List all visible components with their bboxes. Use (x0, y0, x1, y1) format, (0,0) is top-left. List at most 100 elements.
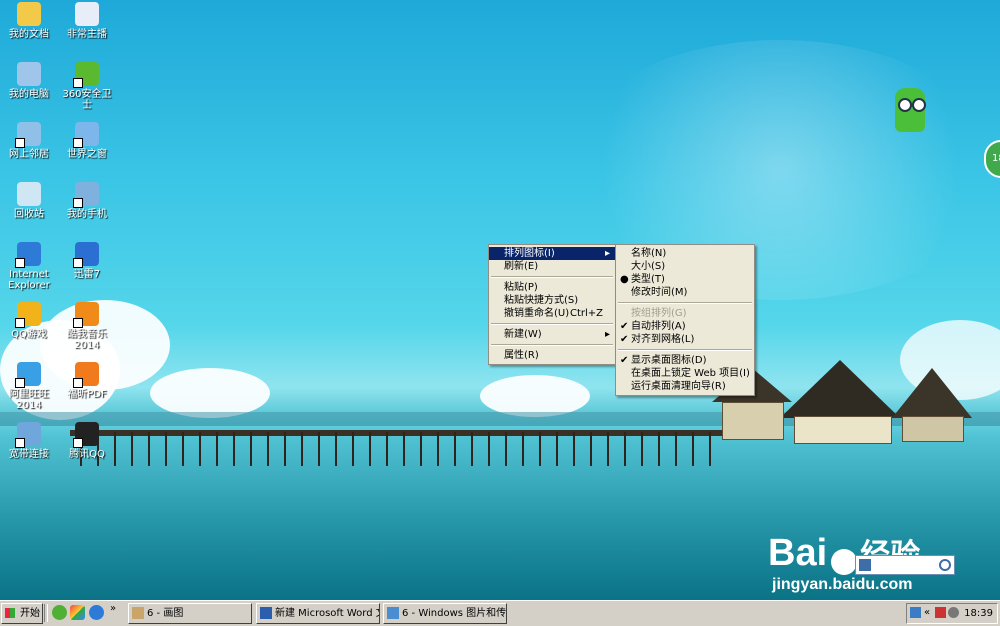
ie-icon (15, 242, 41, 268)
menu-item[interactable]: ✔ 显示桌面图标(D) (616, 354, 754, 367)
desktop-icon[interactable]: 福昕PDF (58, 362, 116, 400)
show-desktop-icon[interactable] (70, 605, 85, 620)
thunder-icon (73, 242, 99, 268)
desktop-icon[interactable]: 非常主播 (58, 2, 116, 40)
shortcut-arrow-icon (73, 258, 83, 268)
menu-item[interactable]: 在桌面上锁定 Web 项目(I) (616, 367, 754, 380)
shortcut-arrow-icon (73, 138, 83, 148)
taskbar-task-button[interactable]: 新建 Microsoft Word 文... (256, 603, 380, 624)
desktop-icon[interactable]: 腾讯QQ (58, 422, 116, 460)
menu-item[interactable]: 粘贴(P) (489, 281, 615, 294)
menu-item[interactable]: 名称(N) (616, 247, 754, 260)
desktop-icon-label: 我的手机 (67, 209, 107, 220)
shortcut-arrow-icon (73, 318, 83, 328)
menu-shortcut: Ctrl+Z (569, 308, 603, 319)
menu-item-label: 新建(W) (504, 329, 542, 340)
desktop-icon-label: 我的电脑 (9, 89, 49, 100)
broadband-icon (15, 422, 41, 448)
desktop-icon-label: 腾讯QQ (69, 449, 105, 460)
desktop-icon-label: QQ游戏 (11, 329, 47, 340)
quicklaunch-more-chevron-icon[interactable]: » (110, 603, 116, 614)
pier-post (522, 432, 524, 466)
browser-globe-icon (73, 122, 99, 148)
shortcut-arrow-icon (73, 198, 83, 208)
ime-icon[interactable] (859, 559, 871, 571)
pier-post (233, 432, 235, 466)
word-document-icon (75, 2, 99, 26)
menu-separator (618, 349, 752, 351)
menu-item: 按组排列(G) (616, 307, 754, 320)
pier-post (148, 432, 150, 466)
menu-item[interactable]: 粘贴快捷方式(S) (489, 294, 615, 307)
pier-post (692, 432, 694, 466)
settings-icon[interactable] (939, 559, 951, 571)
taskbar-task-button[interactable]: 6 - 画图 (128, 603, 252, 624)
submenu-arrow-icon: ▸ (604, 329, 610, 340)
pier-post (624, 432, 626, 466)
menu-item-label: 对齐到网格(L) (631, 334, 695, 345)
pier-post (454, 432, 456, 466)
recycle-bin-icon (17, 182, 41, 206)
menu-separator (491, 276, 613, 278)
desktop-icon-label: 世界之窗 (67, 149, 107, 160)
desktop-icon[interactable]: 网上邻居 (0, 122, 58, 160)
shortcut-arrow-icon (73, 438, 83, 448)
menu-item-label: 粘贴快捷方式(S) (504, 295, 579, 306)
shortcut-arrow-icon (15, 318, 25, 328)
pier-post (386, 432, 388, 466)
taskbar-task-button[interactable]: 6 - Windows 图片和传... (383, 603, 507, 624)
desktop-icon[interactable]: 阿里旺旺 2014 (0, 362, 58, 411)
pier-post (352, 432, 354, 466)
desktop-icon[interactable]: 我的手机 (58, 182, 116, 220)
desktop-icon[interactable]: QQ游戏 (0, 302, 58, 340)
desktop-icon[interactable]: 360安全卫士 (58, 62, 116, 111)
shortcut-arrow-icon (15, 378, 25, 388)
tray-expand-icon[interactable]: « (924, 607, 935, 618)
pier-post (437, 432, 439, 466)
desktop-icon[interactable]: Internet Explorer (0, 242, 58, 291)
windows-logo-icon (5, 608, 15, 618)
menu-item[interactable]: ✔ 自动排列(A) (616, 320, 754, 333)
system-tray: « 18:39 (906, 603, 998, 624)
menu-item[interactable]: 刷新(E) (489, 260, 615, 273)
pier-post (165, 432, 167, 466)
green-mascot-icon[interactable] (893, 86, 927, 136)
menu-item[interactable]: 排列图标(I) ▸ (489, 247, 615, 260)
menu-item-label: 属性(R) (504, 350, 539, 361)
desktop-icon[interactable]: 迅雷7 (58, 242, 116, 280)
desktop-icon[interactable]: 酷我音乐 2014 (58, 302, 116, 351)
taskbar-task-label: 6 - Windows 图片和传... (402, 608, 507, 619)
start-button[interactable]: 开始 (1, 603, 43, 624)
menu-item[interactable]: 属性(R) (489, 349, 615, 362)
menu-item[interactable]: 修改时间(M) (616, 286, 754, 299)
tray-flag-icon[interactable] (935, 607, 946, 618)
pier-post (182, 432, 184, 466)
menu-item[interactable]: 新建(W) ▸ (489, 328, 615, 341)
taskbar-task-label: 新建 Microsoft Word 文... (275, 608, 379, 619)
kuwo-music-icon (73, 302, 99, 328)
menu-separator (491, 323, 613, 325)
tray-volume-icon[interactable] (948, 607, 959, 618)
desktop-icon[interactable]: 我的电脑 (0, 62, 58, 100)
desktop-icon[interactable]: 宽带连接 (0, 422, 58, 460)
desktop-icon[interactable]: 回收站 (0, 182, 58, 220)
cloud (480, 375, 590, 417)
ie-quicklaunch-icon[interactable] (89, 605, 104, 620)
menu-item[interactable]: 大小(S) (616, 260, 754, 273)
pier (70, 430, 730, 436)
360-browser-icon[interactable] (52, 605, 67, 620)
menu-item[interactable]: 撤销重命名(U) Ctrl+Z (489, 307, 615, 320)
menu-item-label: 按组排列(G) (631, 308, 687, 319)
menu-item-label: 刷新(E) (504, 261, 539, 272)
desktop-icon[interactable]: 世界之窗 (58, 122, 116, 160)
pier-post (556, 432, 558, 466)
desktop-icon[interactable]: 我的文档 (0, 2, 58, 40)
language-bar[interactable] (855, 555, 955, 575)
taskbar-clock[interactable]: 18:39 (964, 604, 993, 623)
qq-penguin-icon (73, 422, 99, 448)
menu-item[interactable]: 运行桌面清理向导(R) (616, 380, 754, 393)
menu-item[interactable]: ● 类型(T) (616, 273, 754, 286)
pier-post (675, 432, 677, 466)
menu-item[interactable]: ✔ 对齐到网格(L) (616, 333, 754, 346)
tray-network-icon[interactable] (910, 607, 921, 618)
